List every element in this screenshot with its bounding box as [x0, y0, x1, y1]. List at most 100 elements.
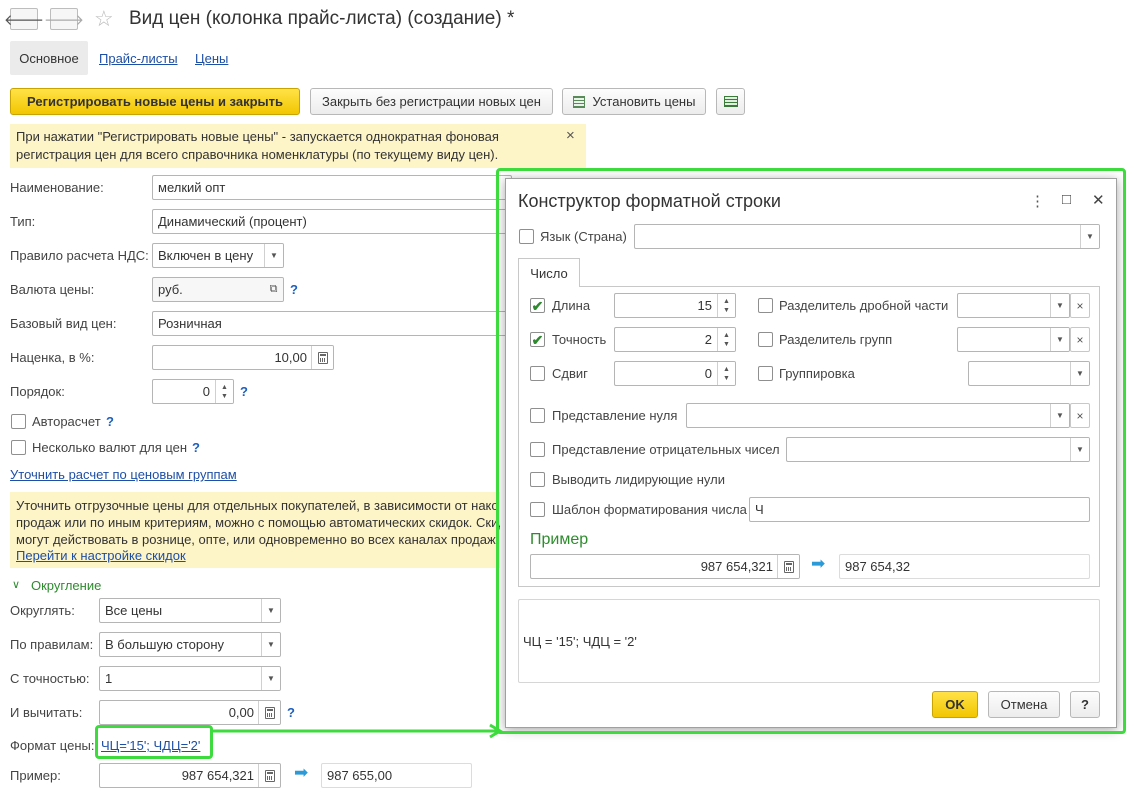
- star-icon[interactable]: ☆: [94, 6, 114, 32]
- set-prices-button[interactable]: Установить цены: [562, 88, 706, 115]
- maximize-icon[interactable]: □: [1062, 191, 1071, 208]
- spinner-icon[interactable]: ▲ ▼: [215, 380, 233, 403]
- highlight-connector: [210, 723, 503, 739]
- dialog-precision-input[interactable]: 2 ▲ ▼: [614, 327, 736, 352]
- format-string-result: ЧЦ = '15'; ЧДЦ = '2': [518, 599, 1100, 683]
- tab-price-lists[interactable]: Прайс-листы: [99, 51, 178, 66]
- precision-label: С точностью:: [10, 671, 90, 686]
- refine-link[interactable]: Уточнить расчет по ценовым группам: [10, 467, 237, 482]
- collapse-chevron-icon[interactable]: ∨: [12, 578, 20, 591]
- example-input-value: 987 654,321: [181, 768, 254, 783]
- vat-select[interactable]: Включен в цену ▼: [152, 243, 284, 268]
- chevron-down-icon[interactable]: ▼: [261, 667, 280, 690]
- zero-representation-select[interactable]: ▼: [686, 403, 1070, 428]
- calculator-icon[interactable]: [777, 555, 799, 578]
- spinner-icon[interactable]: ▲ ▼: [717, 294, 735, 317]
- fraction-separator-checkbox[interactable]: [758, 298, 773, 313]
- order-help-icon[interactable]: ?: [240, 384, 248, 399]
- register-and-close-button[interactable]: Регистрировать новые цены и закрыть: [10, 88, 300, 115]
- fraction-separator-select[interactable]: ▼: [957, 293, 1070, 318]
- currency-label: Валюта цены:: [10, 282, 95, 297]
- template-checkbox[interactable]: [530, 502, 545, 517]
- report-button[interactable]: [716, 88, 745, 115]
- back-button[interactable]: 🡐: [4, 8, 44, 30]
- chevron-down-icon[interactable]: ▼: [261, 633, 280, 656]
- chevron-down-icon[interactable]: ▼: [1070, 362, 1089, 385]
- currency-help-icon[interactable]: ?: [290, 282, 298, 297]
- help-button[interactable]: ?: [1070, 691, 1100, 718]
- shift-value: 0: [704, 366, 712, 381]
- dialog-title: Конструктор форматной строки: [518, 191, 781, 211]
- clear-icon[interactable]: ×: [1070, 327, 1090, 352]
- group-separator-select[interactable]: ▼: [957, 327, 1070, 352]
- shift-input[interactable]: 0 ▲ ▼: [614, 361, 736, 386]
- discount-settings-link[interactable]: Перейти к настройке скидок: [16, 548, 186, 563]
- open-icon[interactable]: ⧉: [264, 278, 283, 301]
- language-checkbox[interactable]: [519, 229, 534, 244]
- clear-icon[interactable]: ×: [1070, 403, 1090, 428]
- markup-input[interactable]: 10,00: [152, 345, 334, 370]
- grouping-checkbox[interactable]: [758, 366, 773, 381]
- chevron-down-icon[interactable]: ▼: [264, 244, 283, 267]
- length-checkbox[interactable]: [530, 298, 545, 313]
- chevron-down-icon[interactable]: ▼: [1070, 438, 1089, 461]
- currency-input[interactable]: руб. ⧉: [152, 277, 284, 302]
- order-value: 0: [202, 384, 210, 399]
- ok-button[interactable]: OK: [932, 691, 978, 718]
- tab-prices[interactable]: Цены: [195, 51, 228, 66]
- order-input[interactable]: 0 ▲ ▼: [152, 379, 234, 404]
- grouping-select[interactable]: ▼: [968, 361, 1090, 386]
- close-icon[interactable]: ✕: [1092, 191, 1105, 209]
- precision-select[interactable]: 1 ▼: [99, 666, 281, 691]
- length-input[interactable]: 15 ▲ ▼: [614, 293, 736, 318]
- leading-zeros-checkbox[interactable]: [530, 472, 545, 487]
- rule-select[interactable]: В большую сторону ▼: [99, 632, 281, 657]
- multicurrency-checkbox[interactable]: [11, 440, 26, 455]
- shift-checkbox[interactable]: [530, 366, 545, 381]
- tab-number[interactable]: Число: [518, 258, 580, 287]
- calculator-icon[interactable]: [311, 346, 333, 369]
- subtract-help-icon[interactable]: ?: [287, 705, 295, 720]
- clear-icon[interactable]: ×: [1070, 293, 1090, 318]
- precision-checkbox[interactable]: [530, 332, 545, 347]
- spinner-icon[interactable]: ▲ ▼: [717, 362, 735, 385]
- language-select[interactable]: ▼: [634, 224, 1100, 249]
- chevron-down-icon[interactable]: ▼: [1080, 225, 1099, 248]
- rounding-header[interactable]: Округление: [31, 578, 101, 593]
- close-without-register-button[interactable]: Закрыть без регистрации новых цен: [310, 88, 553, 115]
- spinner-icon[interactable]: ▲ ▼: [717, 328, 735, 351]
- table-icon: [572, 95, 585, 108]
- group-separator-checkbox[interactable]: [758, 332, 773, 347]
- negative-representation-select[interactable]: ▼: [786, 437, 1090, 462]
- group-separator-label: Разделитель групп: [779, 332, 893, 347]
- autocalc-checkbox[interactable]: [11, 414, 26, 429]
- info-close-icon[interactable]: ×: [566, 127, 575, 144]
- format-label: Формат цены:: [10, 738, 95, 753]
- menu-icon[interactable]: ⋮: [1030, 192, 1045, 210]
- forward-button[interactable]: 🡒: [44, 8, 84, 30]
- name-input[interactable]: мелкий опт: [152, 175, 512, 200]
- tab-main[interactable]: Основное: [10, 41, 88, 75]
- cancel-button[interactable]: Отмена: [988, 691, 1060, 718]
- dialog-example-input[interactable]: 987 654,321: [530, 554, 800, 579]
- type-select[interactable]: Динамический (процент): [152, 209, 512, 234]
- chevron-down-icon[interactable]: ▼: [1050, 328, 1069, 351]
- calculator-icon[interactable]: [258, 701, 280, 724]
- chevron-down-icon[interactable]: ▼: [1050, 404, 1069, 427]
- chevron-down-icon[interactable]: ▼: [261, 599, 280, 622]
- multicurrency-help-icon[interactable]: ?: [192, 440, 200, 455]
- negative-representation-checkbox[interactable]: [530, 442, 545, 457]
- chevron-down-icon[interactable]: ▼: [1050, 294, 1069, 317]
- calculator-icon[interactable]: [258, 764, 280, 787]
- number-tab-panel: Длина 15 ▲▼ Разделитель дробной части ▼ …: [518, 286, 1100, 587]
- autocalc-help-icon[interactable]: ?: [106, 414, 114, 429]
- example-input[interactable]: 987 654,321: [99, 763, 281, 788]
- zero-representation-checkbox[interactable]: [530, 408, 545, 423]
- template-input[interactable]: Ч: [749, 497, 1090, 522]
- base-price-input[interactable]: Розничная: [152, 311, 512, 336]
- dialog-precision-value: 2: [704, 332, 712, 347]
- set-prices-label: Установить цены: [592, 94, 696, 109]
- round-select[interactable]: Все цены ▼: [99, 598, 281, 623]
- leading-zeros-label: Выводить лидирующие нули: [552, 472, 725, 487]
- format-link[interactable]: ЧЦ='15'; ЧДЦ='2': [101, 738, 200, 753]
